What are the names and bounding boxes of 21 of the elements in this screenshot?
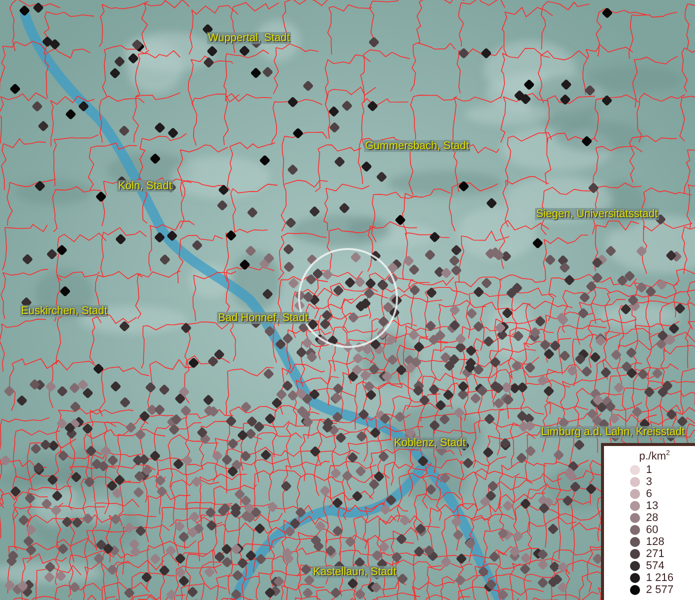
place-label: Gummersbach, Stadt: [364, 140, 470, 152]
legend-label: 6: [646, 488, 652, 500]
legend-label: 1: [646, 464, 652, 476]
place-label: Euskirchen, Stadt: [20, 305, 108, 317]
legend-label: 2 577: [646, 584, 674, 596]
place-label: Koblenz, Stadt: [393, 437, 467, 449]
place-label: Köln, Stadt: [117, 180, 173, 192]
legend-label: 13: [646, 500, 658, 512]
place-label: Bad Honnef, Stadt: [217, 312, 309, 324]
legend-label: 271: [646, 548, 664, 560]
place-label: Siegen, Universitätsstadt: [535, 208, 659, 220]
legend-label: 3: [646, 476, 652, 488]
place-label: Kastellaun, Stadt: [312, 566, 398, 578]
legend-title: p./km$^{2}$: [638, 449, 671, 463]
place-label: Limburg a.d. Lahn, Kreisstadt: [540, 426, 686, 438]
place-label: Wuppertal, Stadt: [207, 32, 291, 44]
legend-label: 574: [646, 560, 664, 572]
legend-label: 128: [646, 536, 664, 548]
legend-label: 1 216: [646, 572, 674, 584]
legend-label: 60: [646, 524, 658, 536]
legend-label: 28: [646, 512, 658, 524]
